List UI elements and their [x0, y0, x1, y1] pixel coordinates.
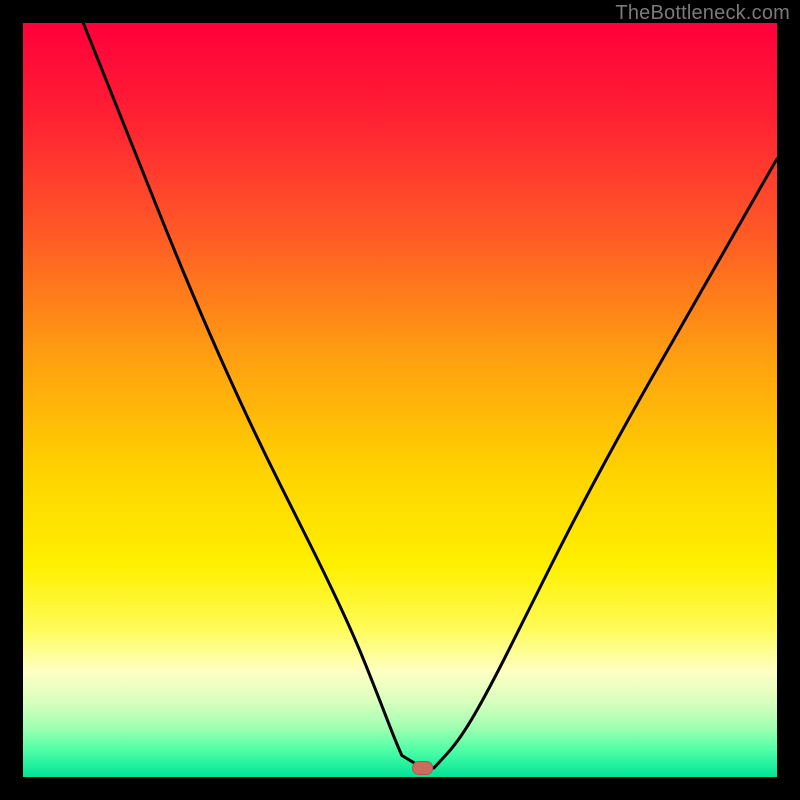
bottleneck-chart — [0, 0, 800, 800]
plot-background — [23, 23, 777, 777]
watermark-text: TheBottleneck.com — [615, 2, 790, 25]
chart-frame: TheBottleneck.com — [0, 0, 800, 800]
optimal-marker — [413, 761, 433, 774]
